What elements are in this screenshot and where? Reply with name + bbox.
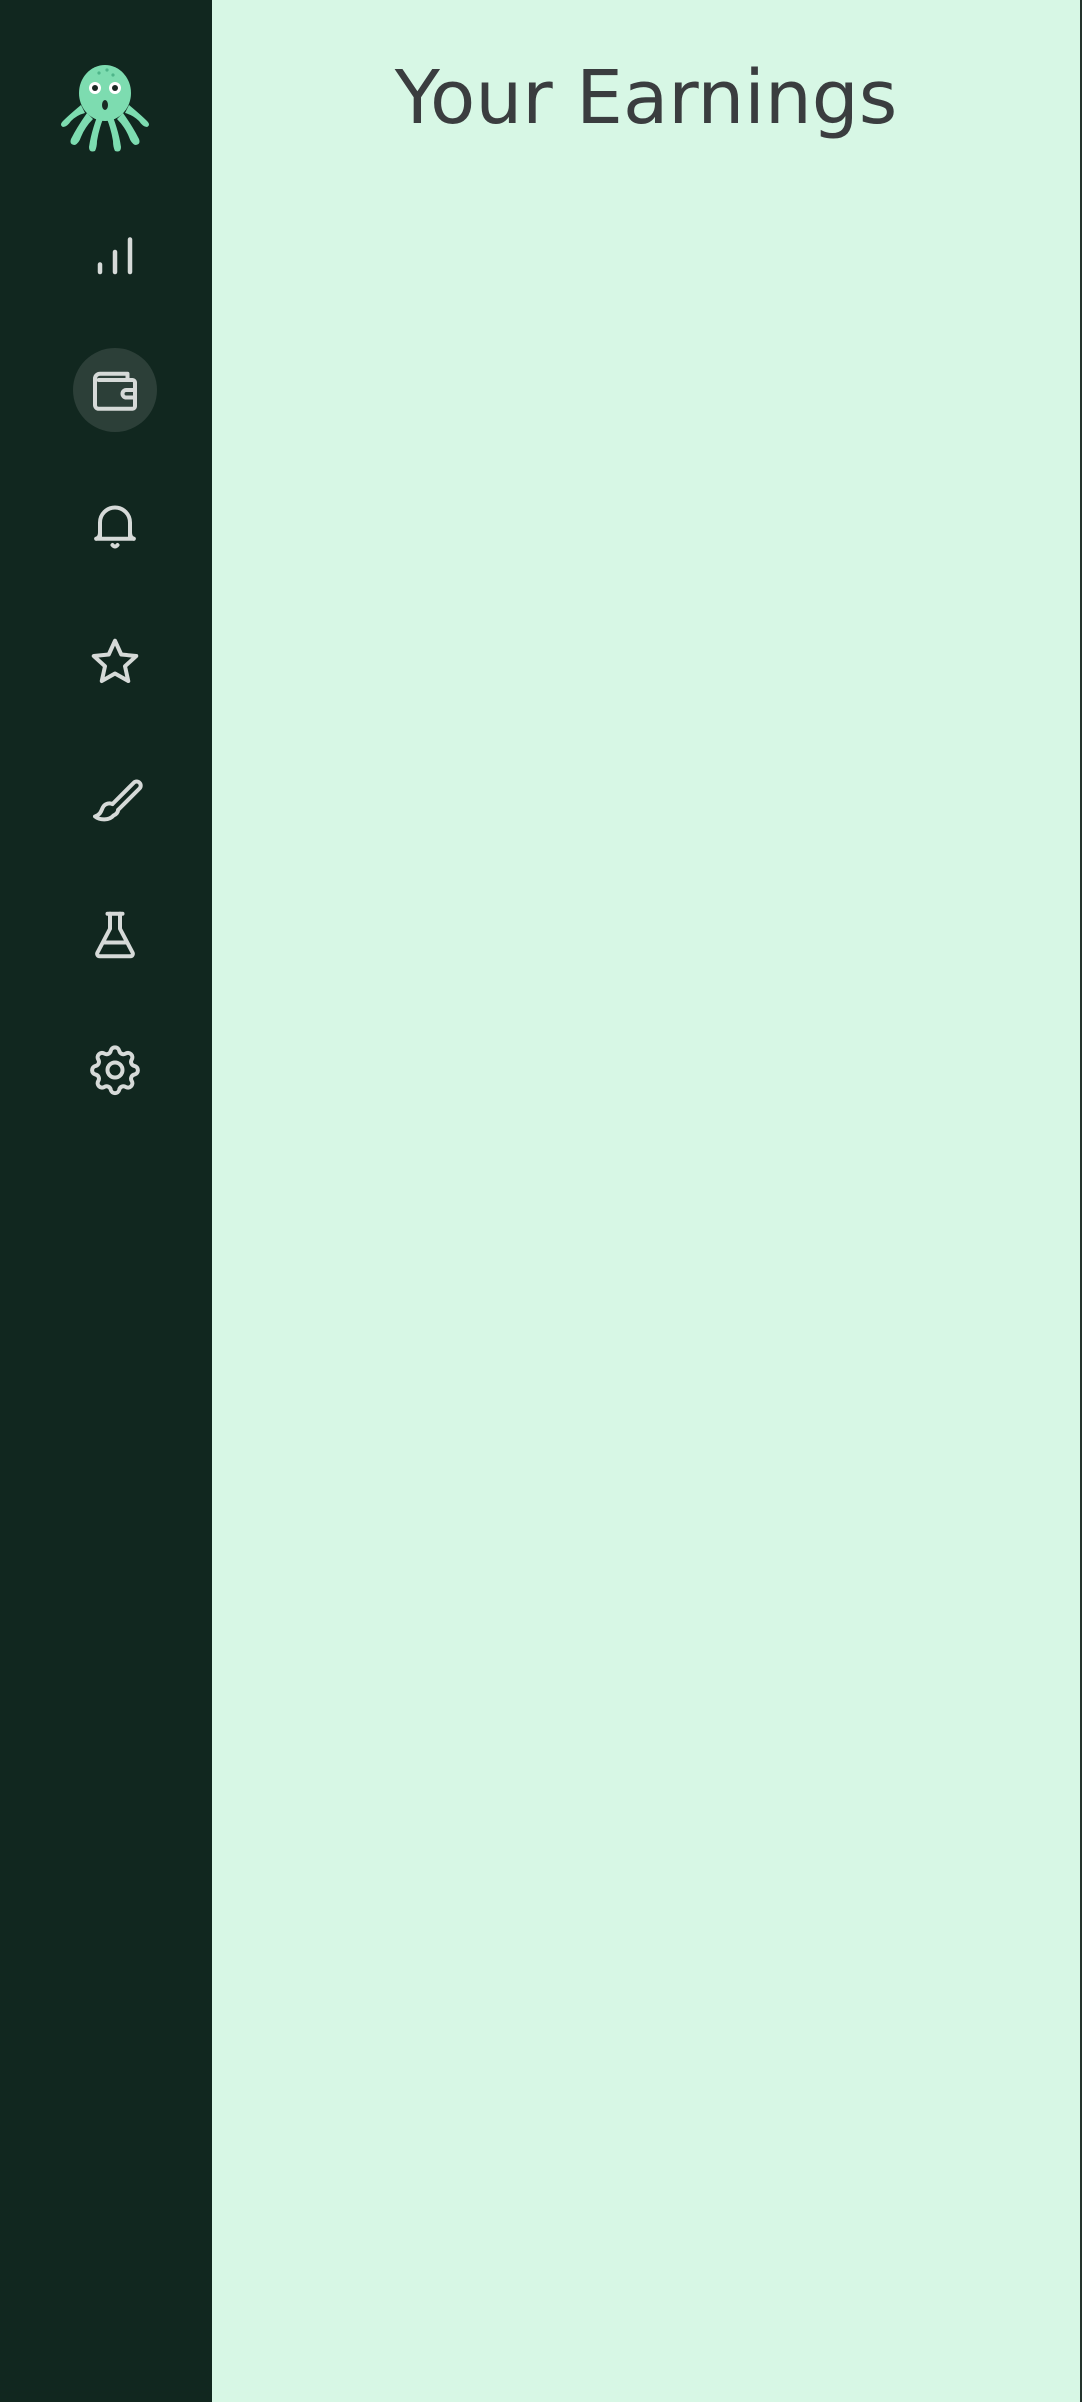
- gear-icon: [90, 1045, 140, 1096]
- bar-chart-icon: [97, 237, 133, 275]
- main-content: Your Earnings: [212, 0, 1082, 2402]
- star-icon: [91, 638, 139, 683]
- sidebar-item-notifications[interactable]: [73, 483, 157, 567]
- sidebar-item-stats[interactable]: [73, 210, 157, 294]
- paintbrush-icon: [93, 779, 143, 822]
- flask-icon: [95, 911, 135, 959]
- sidebar-item-settings[interactable]: [73, 1028, 157, 1112]
- sidebar-item-customize[interactable]: [73, 757, 157, 841]
- bell-icon: [94, 505, 136, 549]
- sidebar-item-labs[interactable]: [73, 893, 157, 977]
- app-window: Your Earnings: [0, 0, 1082, 2402]
- sidebar: [0, 0, 212, 2402]
- wallet-icon: [93, 371, 137, 411]
- sidebar-item-wallet[interactable]: [73, 348, 157, 432]
- octopus-logo-icon[interactable]: [55, 55, 155, 155]
- page-title: Your Earnings: [394, 55, 898, 141]
- sidebar-item-favorites[interactable]: [73, 620, 157, 704]
